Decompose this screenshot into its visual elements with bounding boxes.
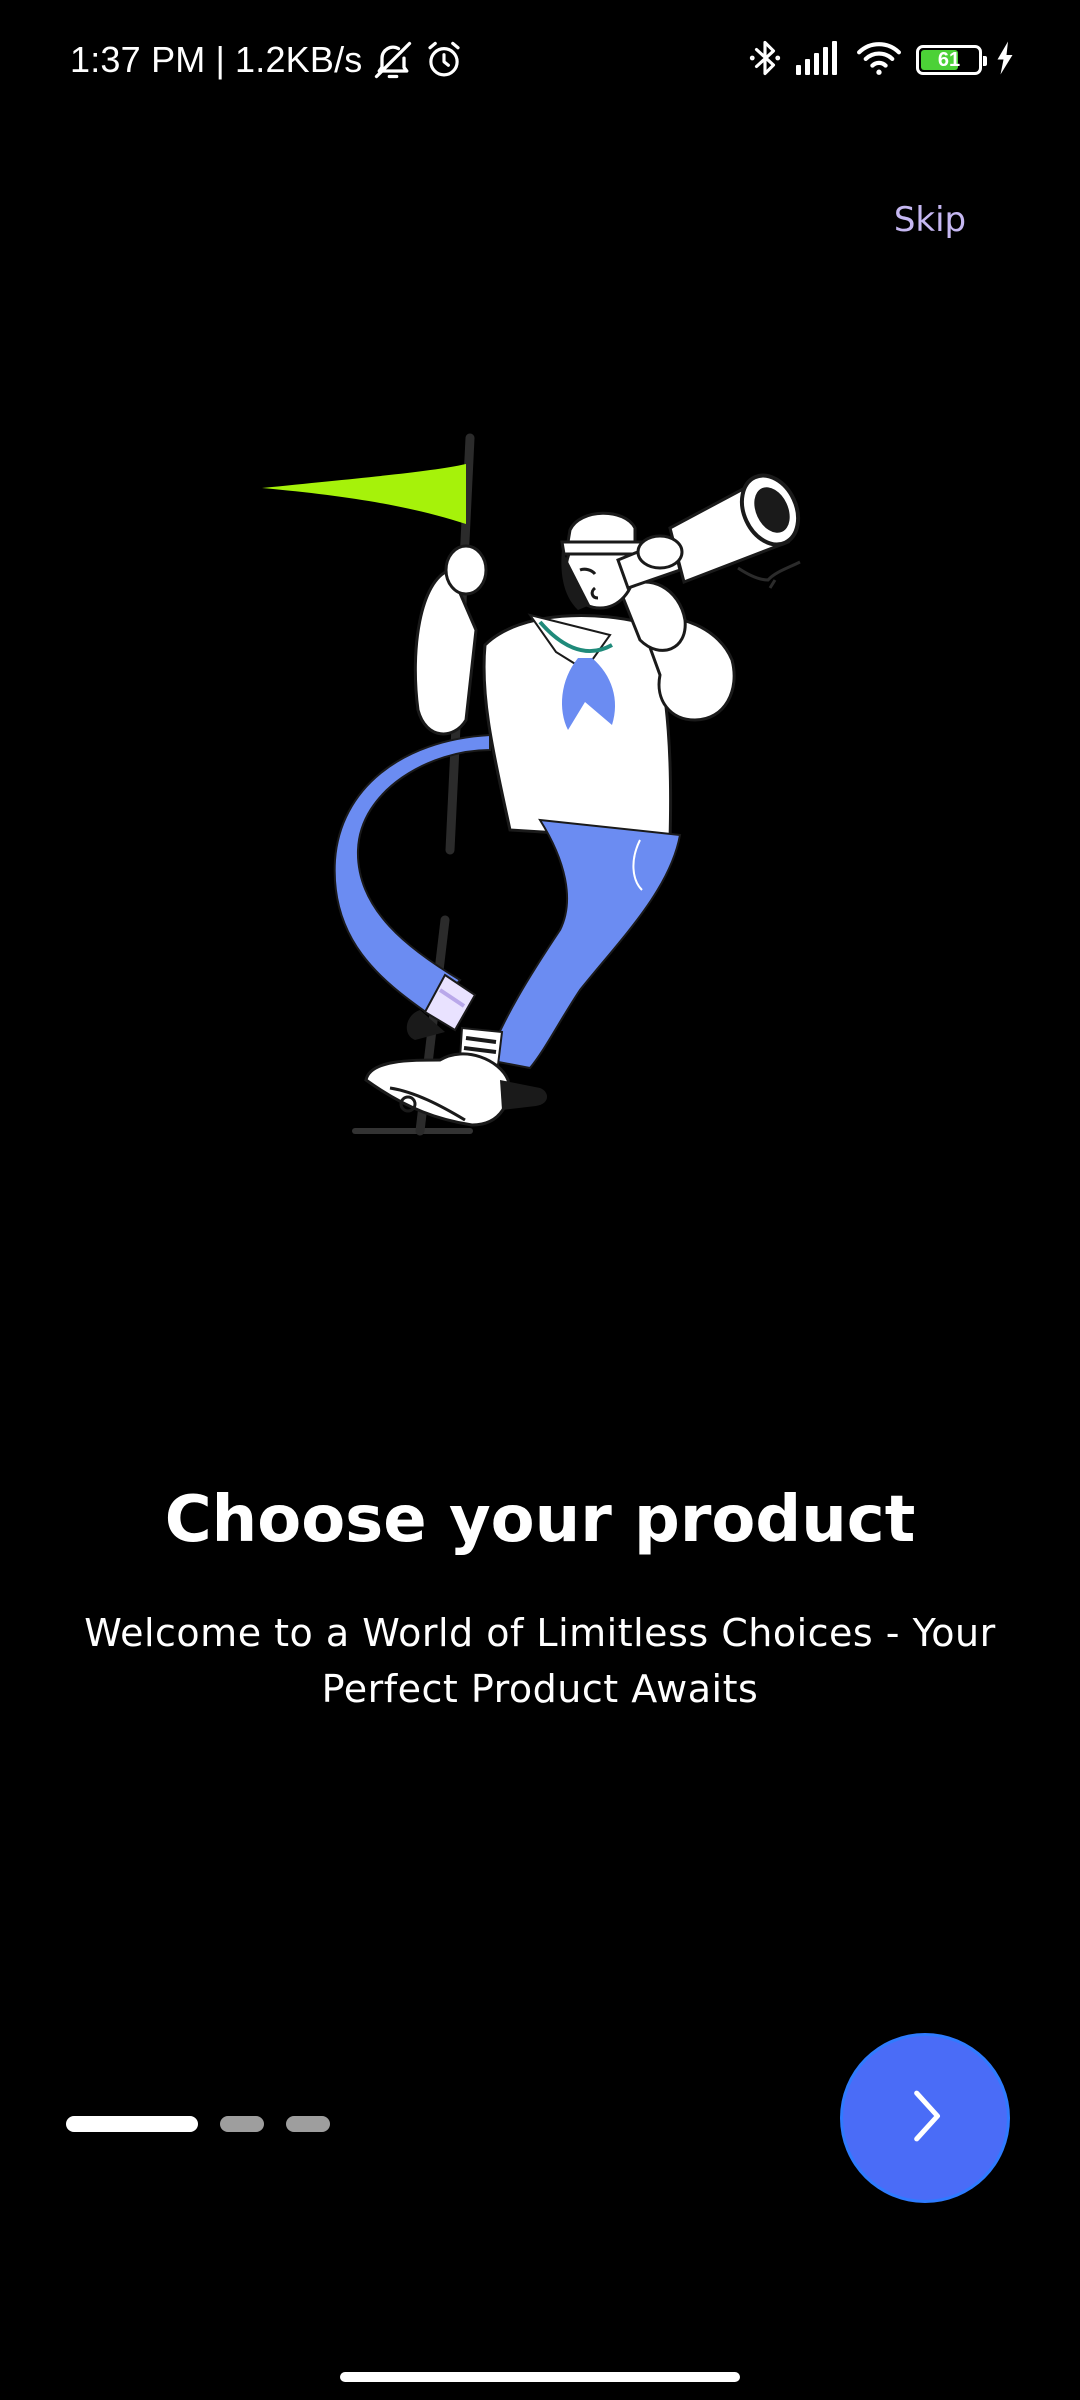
onboarding-subtitle: Welcome to a World of Limitless Choices … [84, 1611, 996, 1711]
status-right: 61 [748, 36, 1014, 84]
wifi-icon [856, 40, 902, 80]
battery-tip [983, 56, 987, 66]
status-bar: 1:37 PM | 1.2KB/s 61 [0, 0, 1080, 120]
chevron-right-icon [900, 2086, 950, 2150]
status-left: 1:37 PM | 1.2KB/s [70, 36, 465, 84]
status-time: 1:37 PM [70, 39, 206, 80]
signal-icon [796, 41, 842, 79]
next-button[interactable] [843, 2036, 1007, 2200]
status-separator: | [215, 39, 226, 80]
page-indicator [66, 2115, 330, 2133]
skip-button[interactable]: Skip [880, 190, 980, 250]
alarm-icon [423, 39, 465, 81]
page-dot-2[interactable] [220, 2116, 264, 2132]
bluetooth-icon [748, 38, 782, 82]
sailor-with-telescope-illustration [240, 420, 860, 1150]
charging-icon [996, 41, 1014, 79]
page-dot-3[interactable] [286, 2116, 330, 2132]
home-indicator[interactable] [340, 2372, 740, 2382]
bell-muted-icon [371, 38, 415, 82]
battery-icon: 61 [916, 45, 987, 75]
battery-level: 61 [937, 48, 961, 71]
onboarding-title: Choose your product [164, 1483, 916, 1557]
network-speed: 1.2KB/s [235, 39, 363, 80]
page-dot-1-active[interactable] [66, 2116, 198, 2132]
